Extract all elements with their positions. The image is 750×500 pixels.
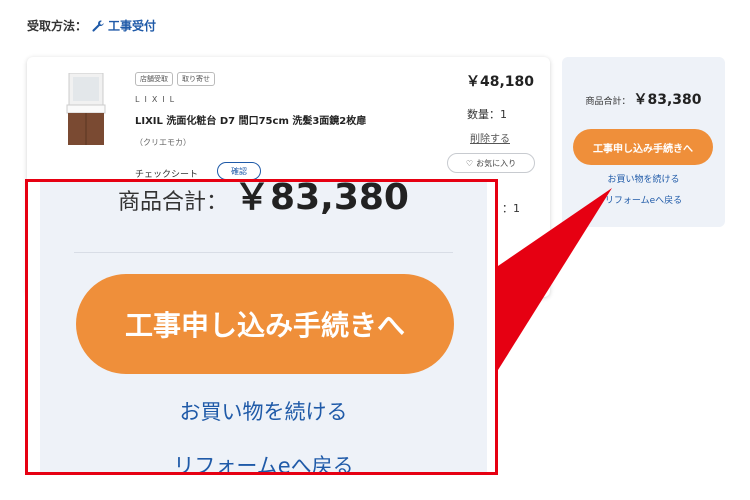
badge-store-pickup: 店舗受取 xyxy=(135,72,173,86)
favorite-button[interactable]: ♡ お気に入り xyxy=(447,153,535,173)
product-price: ￥48,180 xyxy=(465,74,534,90)
product-brand: LIXIL xyxy=(135,95,180,104)
item-badges: 店舗受取 取り寄せ xyxy=(135,72,215,86)
badge-backorder: 取り寄せ xyxy=(177,72,215,86)
zoomed-summary-panel: 商品合計： ￥83,380 工事申し込み手続きへ お買い物を続ける リフォームeへ… xyxy=(40,179,487,472)
continue-shopping-link[interactable]: お買い物を続ける xyxy=(562,172,725,185)
zoomed-proceed-button[interactable]: 工事申し込み手続きへ xyxy=(76,274,454,374)
return-reform-link[interactable]: リフォームeへ戻る xyxy=(562,193,725,206)
zoomed-summary-highlight: 商品合計： ￥83,380 工事申し込み手続きへ お買い物を続ける リフォームeへ… xyxy=(25,179,498,475)
favorite-label: お気に入り xyxy=(476,158,517,168)
proceed-button[interactable]: 工事申し込み手続きへ xyxy=(573,129,713,165)
quantity-label-second: ：1 xyxy=(502,202,520,215)
product-name[interactable]: LIXIL 洗面化粧台 D7 間口75cm 洗髪3面鏡2枚扉 xyxy=(135,112,366,127)
delete-link[interactable]: 削除する xyxy=(470,130,510,145)
receipt-method-value: 工事受付 xyxy=(108,19,157,33)
zoomed-return-reform-link[interactable]: リフォームeへ戻る xyxy=(40,450,487,472)
zoomed-summary-total: 商品合計： ￥83,380 xyxy=(40,179,487,220)
summary-total: 商品合計： ￥83,380 xyxy=(562,89,725,109)
receipt-method: 受取方法： 工事受付 xyxy=(27,17,156,34)
zoomed-continue-shopping-link[interactable]: お買い物を続ける xyxy=(40,396,487,426)
zoomed-total-value: ￥83,380 xyxy=(234,179,409,218)
zoomed-total-label: 商品合計： xyxy=(118,190,229,215)
receipt-method-label: 受取方法： xyxy=(27,19,88,33)
summary-total-value: ￥83,380 xyxy=(633,92,702,108)
product-color: （クリエモカ） xyxy=(135,138,191,147)
zoomed-divider xyxy=(74,252,453,253)
wrench-icon xyxy=(92,19,104,32)
heart-icon: ♡ xyxy=(465,158,474,168)
product-image[interactable] xyxy=(65,73,107,147)
summary-total-label: 商品合計： xyxy=(585,97,631,107)
confirm-button[interactable]: 確認 xyxy=(217,162,261,180)
order-summary: 商品合計： ￥83,380 工事申し込み手続きへ お買い物を続ける リフォームeへ… xyxy=(562,57,725,227)
quantity-label: 数量：1 xyxy=(467,108,507,121)
receipt-method-value-link[interactable]: 工事受付 xyxy=(91,17,156,34)
